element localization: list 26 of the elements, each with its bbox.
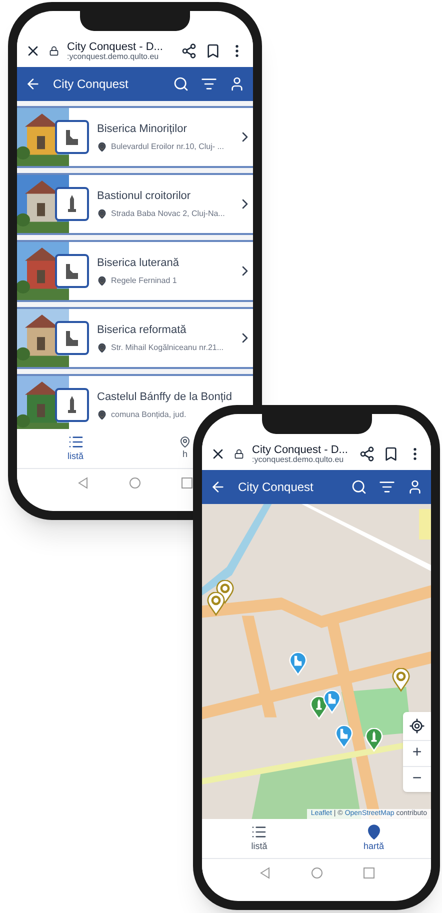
page-url: :yconquest.demo.qulto.eu — [252, 456, 345, 464]
place-name: Biserica Minoriților — [97, 122, 188, 137]
place-name: Biserica luterană — [97, 256, 180, 271]
nav-tab[interactable]: listă — [17, 429, 134, 468]
place-card[interactable]: Biserica luterană Regele Ferninad 1 — [17, 240, 253, 302]
page-title: City Conquest - D... — [67, 42, 164, 52]
place-card[interactable]: Bastionul croitorilor Strada Baba Novac 2, Cluj-Na... — [17, 173, 253, 235]
app-title: City Conquest — [238, 479, 314, 496]
place-name: Biserica reformată — [97, 322, 188, 338]
page-title: City Conquest - D... — [252, 444, 349, 456]
place-address: Str. Mihail Kogălniceanu nr.21... — [111, 342, 224, 354]
place-name: Bastionul croitorilor — [97, 188, 192, 204]
place-address: Strada Baba Novac 2, Cluj-Na... — [111, 208, 225, 220]
place-address: comuna Bonțida, jud. — [111, 409, 186, 422]
place-address: Bulevardul Eroilor nr.10, Cluj- ... — [111, 141, 224, 154]
app-title: City Conquest — [53, 76, 130, 93]
zoom-in-button[interactable]: + — [403, 740, 431, 766]
place-address: Regele Ferninad 1 — [111, 275, 177, 288]
place-card[interactable]: Biserica Minoriților Bulevardul Eroilor nr.10, Cluj- ... — [17, 106, 253, 168]
place-name: Castelul Bánffy de la Bonțid — [97, 390, 233, 405]
place-card[interactable]: Biserica reformată Str. Mihail Kogălniceanu nr.21... — [17, 307, 253, 369]
nav-tab[interactable]: h — [179, 429, 191, 468]
page-url: :yconquest.demo.qulto.eu — [67, 52, 160, 60]
nav-tab[interactable]: listă — [202, 819, 316, 858]
nav-tab[interactable]: hartă — [316, 819, 431, 858]
zoom-out-button[interactable]: − — [403, 766, 431, 792]
